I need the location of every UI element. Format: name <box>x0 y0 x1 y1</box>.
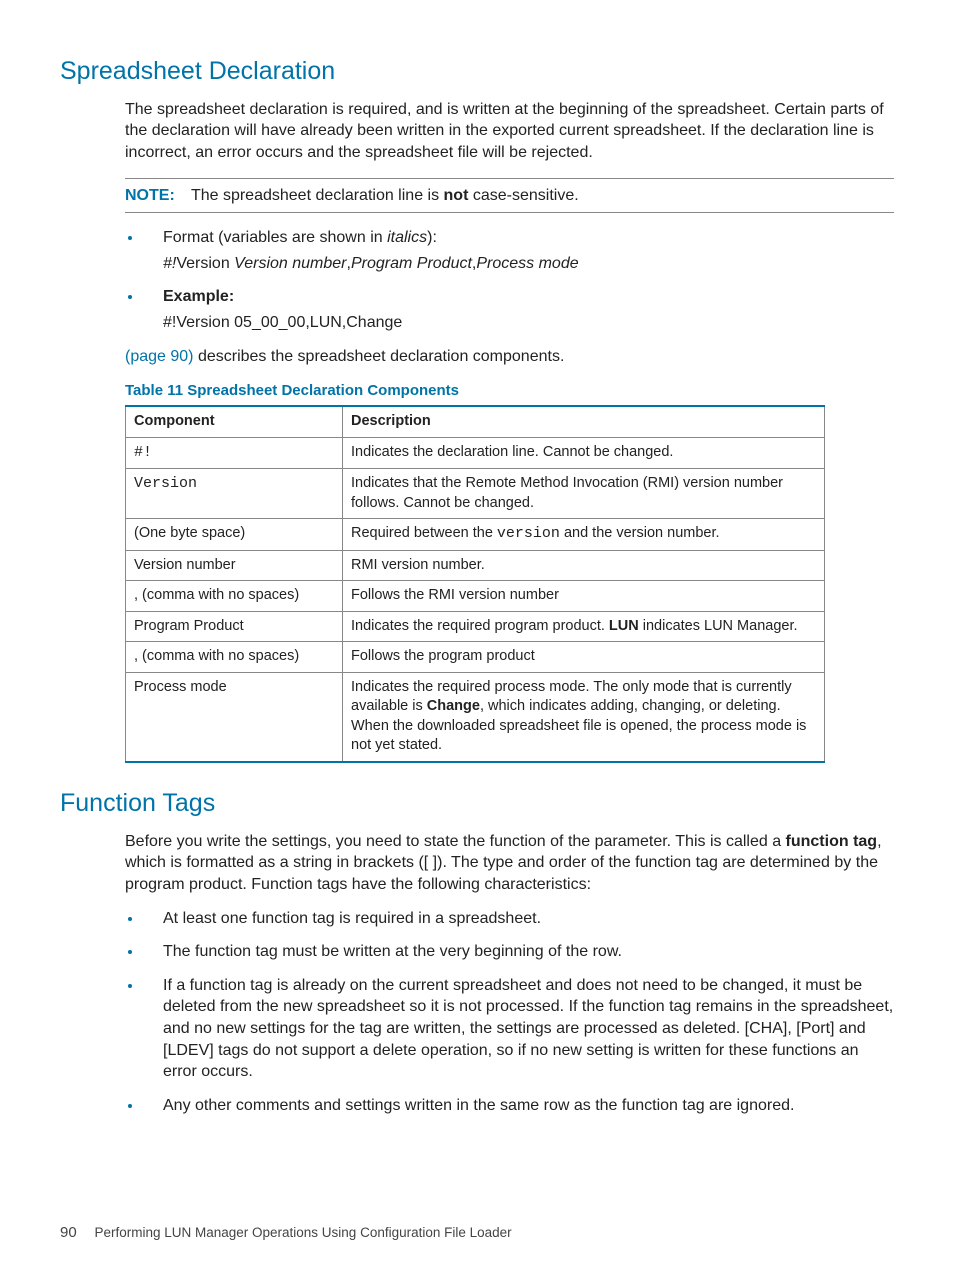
cell-description: Indicates the required process mode. The… <box>343 672 825 762</box>
note-text-pre: The spreadsheet declaration line is <box>191 187 444 204</box>
cell-description: Follows the program product <box>343 642 825 673</box>
cell-description: Follows the RMI version number <box>343 581 825 612</box>
format-lead-italic: italics <box>387 229 427 246</box>
table-row: , (comma with no spaces)Follows the RMI … <box>126 581 825 612</box>
format-var2: Program Product <box>351 255 472 272</box>
th-description: Description <box>343 406 825 437</box>
example-label: Example: <box>163 288 234 305</box>
table-caption: Table 11 Spreadsheet Declaration Compone… <box>125 381 894 401</box>
note-text-post: case-sensitive. <box>468 187 578 204</box>
format-txt1: Version <box>176 255 234 272</box>
page-footer: 90 Performing LUN Manager Operations Usi… <box>60 1223 512 1243</box>
page-number: 90 <box>60 1224 77 1241</box>
function-tags-list: At least one function tag is required in… <box>125 908 894 1117</box>
cell-component: #! <box>126 437 343 468</box>
declaration-components-table: Component Description #!Indicates the de… <box>125 405 825 763</box>
example-line: #!Version 05_00_00,LUN,Change <box>163 312 894 334</box>
cell-component: , (comma with no spaces) <box>126 581 343 612</box>
format-example-list: Format (variables are shown in italics):… <box>125 227 894 333</box>
ft-intro-pre: Before you write the settings, you need … <box>125 833 786 850</box>
table-row: Process modeIndicates the required proce… <box>126 672 825 762</box>
cell-component: Version number <box>126 550 343 581</box>
table-lead-in: (page 90) describes the spreadsheet decl… <box>125 346 894 368</box>
cell-component: Program Product <box>126 611 343 642</box>
table-lead-in-text: describes the spreadsheet declaration co… <box>194 348 565 365</box>
format-lead: Format (variables are shown in <box>163 229 387 246</box>
table-row: Version numberRMI version number. <box>126 550 825 581</box>
note-box: NOTE: The spreadsheet declaration line i… <box>125 178 894 214</box>
format-lead-end: ): <box>427 229 437 246</box>
page-reference-link[interactable]: (page 90) <box>125 348 194 365</box>
note-text-bold: not <box>444 187 469 204</box>
example-item: Example: #!Version 05_00_00,LUN,Change <box>143 286 894 333</box>
list-item: Any other comments and settings written … <box>143 1095 894 1117</box>
function-tags-intro: Before you write the settings, you need … <box>125 831 894 896</box>
chapter-title: Performing LUN Manager Operations Using … <box>94 1225 511 1240</box>
cell-component: (One byte space) <box>126 519 343 550</box>
format-var3: Process mode <box>476 255 578 272</box>
cell-description: RMI version number. <box>343 550 825 581</box>
format-prefix: #! <box>163 255 176 272</box>
ft-intro-bold: function tag <box>786 833 878 850</box>
cell-description: Required between the version and the ver… <box>343 519 825 550</box>
table-row: Program ProductIndicates the required pr… <box>126 611 825 642</box>
section-heading-function-tags: Function Tags <box>60 787 894 821</box>
cell-description: Indicates the declaration line. Cannot b… <box>343 437 825 468</box>
cell-description: Indicates the required program product. … <box>343 611 825 642</box>
list-item: If a function tag is already on the curr… <box>143 975 894 1083</box>
section-heading-spreadsheet-declaration: Spreadsheet Declaration <box>60 55 894 89</box>
table-row: #!Indicates the declaration line. Cannot… <box>126 437 825 468</box>
cell-component: , (comma with no spaces) <box>126 642 343 673</box>
note-label: NOTE: <box>125 187 175 204</box>
table-row: , (comma with no spaces)Follows the prog… <box>126 642 825 673</box>
list-item: At least one function tag is required in… <box>143 908 894 930</box>
cell-component: Process mode <box>126 672 343 762</box>
list-item: The function tag must be written at the … <box>143 941 894 963</box>
format-item: Format (variables are shown in italics):… <box>143 227 894 274</box>
intro-paragraph: The spreadsheet declaration is required,… <box>125 99 894 164</box>
table-row: (One byte space)Required between the ver… <box>126 519 825 550</box>
table-header-row: Component Description <box>126 406 825 437</box>
format-var1: Version number <box>234 255 346 272</box>
table-row: VersionIndicates that the Remote Method … <box>126 469 825 519</box>
cell-component: Version <box>126 469 343 519</box>
th-component: Component <box>126 406 343 437</box>
cell-description: Indicates that the Remote Method Invocat… <box>343 469 825 519</box>
